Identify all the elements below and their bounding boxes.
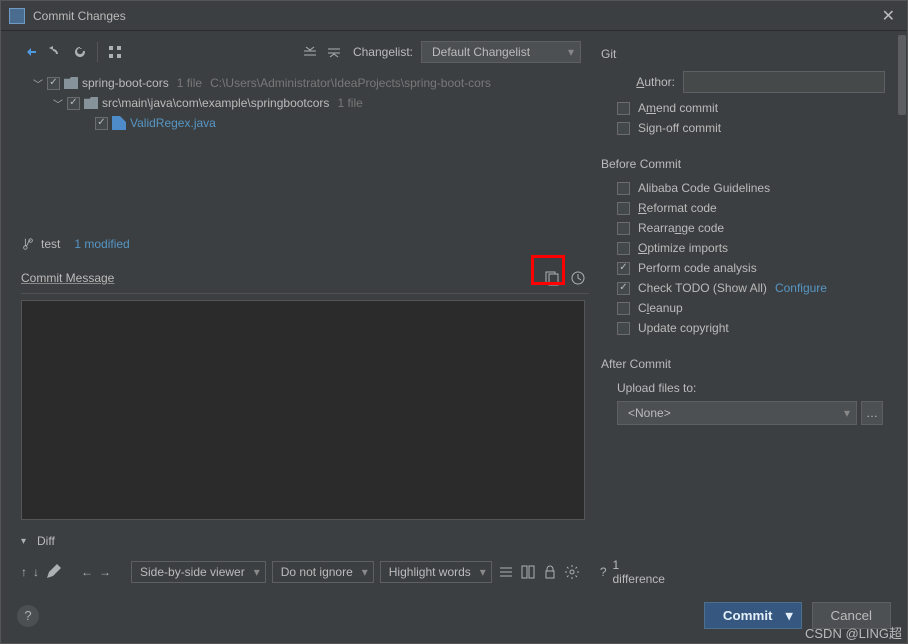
checkbox[interactable] [617,282,630,295]
before-commit-label: Rearrange code [638,221,724,235]
changes-toolbar: Changelist: Default Changelist [21,39,589,71]
signoff-checkbox[interactable] [617,122,630,135]
java-file-icon [112,116,126,130]
viewer-mode-dropdown[interactable]: Side-by-side viewer [131,561,266,583]
changes-tree: ﹀ spring-boot-cors 1 file C:\Users\Admin… [21,71,589,231]
before-commit-item: Reformat code [617,201,885,215]
after-commit-title: After Commit [601,357,885,371]
tree-label: spring-boot-cors [82,76,169,90]
close-button[interactable]: ✕ [878,6,899,26]
checkbox[interactable] [617,322,630,335]
changelist-dropdown[interactable]: Default Changelist [421,41,581,63]
before-commit-item: Cleanup [617,301,885,315]
modified-count[interactable]: 1 modified [74,237,129,251]
lock-icon[interactable] [542,561,558,583]
changelist-label: Changelist: [353,45,413,59]
dialog-title: Commit Changes [33,9,878,23]
tree-label: src\main\java\com\example\springbootcors [102,96,329,110]
before-commit-item: Update copyright [617,321,885,335]
refresh-icon[interactable] [69,41,91,63]
expand-arrow-icon[interactable]: ﹀ [33,76,43,91]
before-commit-item: Rearrange code [617,221,885,235]
before-commit-label: Cleanup [638,301,683,315]
author-label: Author: [617,75,675,89]
amend-checkbox[interactable] [617,102,630,115]
tree-file-row[interactable]: ﹀ ValidRegex.java [21,113,589,133]
group-icon[interactable] [104,41,126,63]
rollback-icon[interactable] [21,41,43,63]
tree-path: C:\Users\Administrator\IdeaProjects\spri… [210,76,491,90]
ignore-dropdown[interactable]: Do not ignore [272,561,374,583]
before-commit-item: Alibaba Code Guidelines [617,181,885,195]
help-button[interactable]: ? [17,605,39,627]
before-commit-item: Perform code analysis [617,261,885,275]
before-commit-label: Update copyright [638,321,729,335]
tree-package-row[interactable]: ﹀ src\main\java\com\example\springbootco… [21,93,589,113]
prev-diff-icon[interactable]: ↑ [21,561,27,583]
expand-arrow-icon[interactable]: ﹀ [53,96,63,111]
forward-icon[interactable]: → [99,561,111,583]
author-input[interactable] [683,71,885,93]
before-commit-label: Perform code analysis [638,261,757,275]
diff-label: Diff [37,534,55,548]
before-commit-title: Before Commit [601,157,885,171]
checkbox[interactable] [95,117,108,130]
file-count: 1 file [177,76,202,90]
diff-toolbar: ↑ ↓ ← → Side-by-side viewer Do not ignor… [21,554,589,594]
file-count: 1 file [337,96,362,110]
git-group-title: Git [601,47,885,61]
status-row: test 1 modified [21,231,589,261]
commit-template-icon[interactable] [541,267,563,289]
expand-all-icon[interactable] [299,41,321,63]
checkbox[interactable] [47,77,60,90]
before-commit-label: Alibaba Code Guidelines [638,181,770,195]
before-commit-label: Check TODO (Show All) [638,281,767,295]
checkbox[interactable] [617,302,630,315]
sync-scroll-icon[interactable] [520,561,536,583]
edit-icon[interactable] [45,561,61,583]
right-scrollbar[interactable] [897,31,907,594]
commit-message-input[interactable] [21,300,585,520]
app-icon [9,8,25,24]
before-commit-label: Optimize imports [638,241,728,255]
cancel-button[interactable]: Cancel [812,602,892,629]
history-icon[interactable] [567,267,589,289]
checkbox[interactable] [67,97,80,110]
next-diff-icon[interactable]: ↓ [33,561,39,583]
checkbox[interactable] [617,262,630,275]
branch-name: test [41,237,60,251]
collapse-unchanged-icon[interactable] [498,561,514,583]
tree-file-label: ValidRegex.java [130,116,216,130]
before-commit-item: Check TODO (Show All) Configure [617,281,885,295]
folder-icon [84,97,98,109]
checkbox[interactable] [617,182,630,195]
before-commit-item: Optimize imports [617,241,885,255]
upload-target-dropdown[interactable]: <None> [617,401,857,425]
settings-gear-icon[interactable] [564,561,580,583]
collapse-arrow-icon[interactable]: ▾ [21,536,31,547]
branch-icon [21,237,35,251]
commit-message-header: Commit Message [21,261,589,294]
folder-icon [64,77,78,89]
amend-label: Amend commit [638,101,718,115]
signoff-label: Sign-off commit [638,121,721,135]
before-commit-label: Reformat code [638,201,717,215]
checkbox[interactable] [617,242,630,255]
checkbox[interactable] [617,222,630,235]
diff-section-header[interactable]: ▾ Diff [21,528,589,554]
upload-label: Upload files to: [601,381,885,395]
upload-browse-button[interactable]: … [861,401,883,425]
undo-icon[interactable] [45,41,67,63]
highlight-dropdown[interactable]: Highlight words [380,561,492,583]
back-icon[interactable]: ← [81,561,93,583]
collapse-all-icon[interactable] [323,41,345,63]
commit-button[interactable]: Commit [704,602,802,629]
configure-link[interactable]: Configure [775,281,827,295]
tree-root-row[interactable]: ﹀ spring-boot-cors 1 file C:\Users\Admin… [21,73,589,93]
checkbox[interactable] [617,202,630,215]
